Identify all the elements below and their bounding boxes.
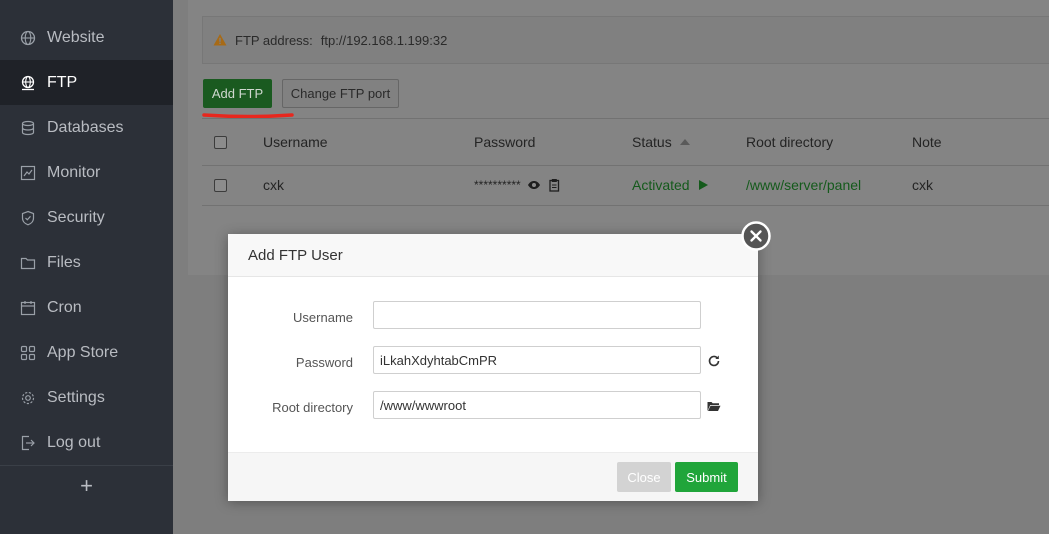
sidebar-item-label: Databases — [47, 118, 124, 136]
sidebar-item-security[interactable]: Security — [0, 195, 173, 240]
root-directory-label: Root directory — [272, 400, 353, 415]
submit-button[interactable]: Submit — [675, 462, 738, 492]
header-status-label: Status — [632, 134, 672, 150]
sidebar-item-label: Files — [47, 253, 81, 271]
password-label: Password — [295, 355, 353, 370]
password-input[interactable] — [373, 346, 701, 374]
eye-icon[interactable] — [527, 178, 541, 192]
folder-icon — [20, 255, 36, 271]
sidebar-item-app-store[interactable]: App Store — [0, 330, 173, 375]
row-checkbox[interactable] — [214, 178, 227, 192]
add-sidebar-button[interactable]: + — [0, 465, 173, 506]
header-root-directory: Root directory — [746, 134, 834, 150]
change-ftp-port-button[interactable]: Change FTP port — [282, 79, 399, 108]
row-status-label: Activated — [632, 177, 690, 193]
sidebar-item-label: Monitor — [47, 163, 101, 181]
header-status[interactable]: Status — [632, 119, 692, 165]
row-root-directory-link[interactable]: /www/server/panel — [746, 165, 861, 205]
sidebar: Website FTP Databases Monitor Security F… — [0, 0, 173, 534]
dialog-footer: Close Submit — [228, 452, 758, 501]
globe-icon — [20, 30, 36, 46]
sidebar-item-databases[interactable]: Databases — [0, 105, 173, 150]
shield-icon — [20, 210, 36, 226]
add-ftp-user-dialog: Add FTP User Username Password Root dire… — [228, 234, 758, 501]
copy-icon[interactable] — [547, 178, 561, 192]
ftp-address-value: ftp://192.168.1.199:32 — [320, 32, 448, 48]
refresh-icon[interactable] — [707, 354, 721, 368]
sidebar-item-cron[interactable]: Cron — [0, 285, 173, 330]
row-password-mask: ********** — [474, 178, 521, 192]
username-label: Username — [293, 310, 353, 325]
header-username[interactable]: Username — [263, 119, 328, 165]
sidebar-item-label: Log out — [47, 433, 101, 451]
warning-icon — [213, 34, 227, 46]
sidebar-item-ftp[interactable]: FTP — [0, 60, 173, 105]
logout-icon — [20, 435, 36, 451]
grid-icon — [20, 345, 36, 361]
table-header-row: Username Password Status Root directory … — [202, 119, 1049, 166]
sidebar-item-files[interactable]: Files — [0, 240, 173, 285]
ftp-address-label: FTP address: — [235, 32, 313, 48]
close-button[interactable]: Close — [617, 462, 671, 492]
row-username: cxk — [263, 177, 284, 193]
database-icon — [20, 120, 36, 136]
header-note: Note — [912, 134, 942, 150]
ftp-table: Username Password Status Root directory … — [202, 118, 1049, 206]
username-input[interactable] — [373, 301, 701, 329]
sidebar-item-monitor[interactable]: Monitor — [0, 150, 173, 195]
sidebar-item-label: Settings — [47, 388, 105, 406]
play-icon — [698, 180, 708, 190]
sort-up-icon[interactable] — [678, 135, 692, 149]
sidebar-item-label: Website — [47, 28, 105, 46]
calendar-icon — [20, 300, 36, 316]
add-ftp-button[interactable]: Add FTP — [203, 79, 272, 108]
sidebar-item-logout[interactable]: Log out — [0, 420, 173, 465]
ftp-globe-icon — [20, 75, 36, 91]
dialog-title-bar: Add FTP User — [228, 234, 758, 277]
sidebar-item-label: Security — [47, 208, 105, 226]
row-note[interactable]: cxk — [912, 165, 933, 205]
table-row: cxk ********** Activated /www/server/pan… — [202, 165, 1049, 205]
close-dialog-icon[interactable] — [741, 221, 771, 251]
row-status[interactable]: Activated — [632, 165, 710, 205]
ftp-address-notice: FTP address: ftp://192.168.1.199:32 — [202, 16, 1049, 64]
sidebar-item-label: FTP — [47, 73, 78, 91]
select-all-checkbox[interactable] — [214, 135, 227, 149]
gear-icon — [20, 390, 36, 406]
root-directory-input[interactable] — [373, 391, 701, 419]
sidebar-item-label: App Store — [47, 343, 119, 361]
header-password: Password — [474, 134, 536, 150]
sidebar-item-website[interactable]: Website — [0, 15, 173, 60]
sidebar-item-label: Cron — [47, 298, 82, 316]
dialog-title: Add FTP User — [248, 246, 343, 264]
monitor-icon — [20, 165, 36, 181]
sidebar-item-settings[interactable]: Settings — [0, 375, 173, 420]
row-password: ********** — [474, 165, 561, 205]
folder-open-icon[interactable] — [707, 399, 721, 413]
